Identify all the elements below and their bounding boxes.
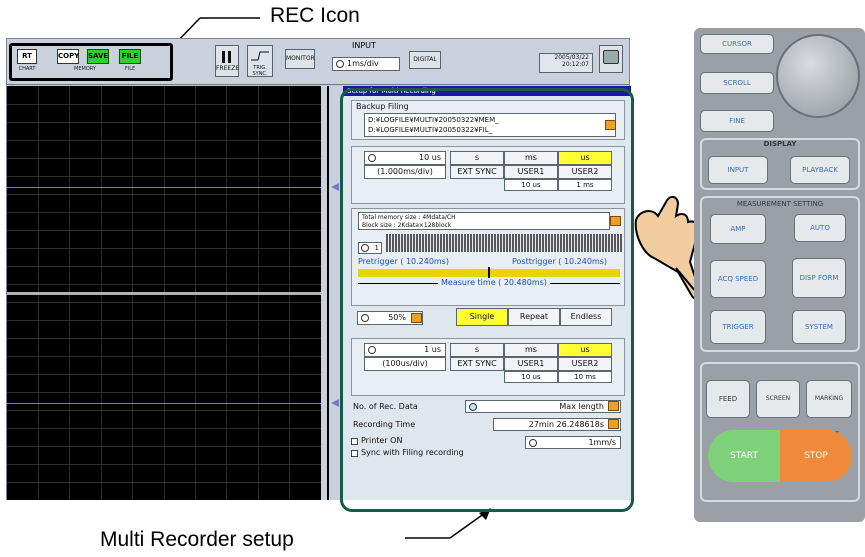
rt-chart-icon[interactable]: RT	[17, 49, 37, 64]
auto-key[interactable]: AUTO	[794, 214, 846, 242]
trigger-key[interactable]: TRIGGER	[710, 310, 766, 344]
screen-divider	[7, 292, 321, 295]
freeze-button[interactable]: FREEZE	[215, 45, 239, 77]
scroll-key[interactable]: SCROLL	[700, 72, 774, 94]
fine-key[interactable]: FINE	[700, 110, 774, 132]
trace-line-1	[7, 187, 321, 188]
multi-recorder-callout: Multi Recorder setup	[100, 528, 294, 551]
hardware-control-panel: CURSOR SCROLL FINE DISPLAY INPUT PLAYBAC…	[694, 28, 865, 522]
disp-form-key[interactable]: DISP FORM	[792, 258, 846, 298]
trig-sync-button[interactable]: TRIG. SYNC.	[247, 45, 273, 77]
pause-icon	[221, 51, 233, 63]
input-label: INPUT	[352, 41, 376, 50]
display-label: DISPLAY	[763, 140, 797, 148]
memory-sub-label: MEMORY	[74, 66, 96, 72]
chart-sub-label: CHART	[18, 66, 36, 72]
datetime-display: 2005/03/22 20:12:07	[539, 53, 593, 73]
copy-icon[interactable]: COPY	[57, 49, 79, 64]
acq-speed-key[interactable]: ACQ SPEED	[710, 260, 766, 298]
cursor-key[interactable]: CURSOR	[700, 34, 774, 54]
measurement-label: MEASUREMENT SETTING	[736, 200, 824, 208]
trace-marker-1[interactable]	[331, 183, 339, 191]
top-toolbar: RT CHART COPY SAVE MEMORY FILE FILE FREE…	[7, 39, 629, 85]
playback-key[interactable]: PLAYBACK	[790, 156, 850, 184]
rec-icon-callout: REC Icon	[270, 4, 360, 27]
trace-marker-2[interactable]	[331, 399, 339, 407]
feed-key[interactable]: FEED	[706, 380, 750, 418]
file-icon[interactable]: FILE	[119, 49, 141, 64]
start-key[interactable]: START	[708, 430, 780, 482]
jog-dial[interactable]	[776, 34, 860, 118]
clock-icon	[336, 60, 344, 68]
marking-event-key[interactable]: MARKING EVENT	[806, 380, 852, 438]
trace-line-2	[7, 403, 321, 404]
save-icon[interactable]: SAVE	[87, 49, 109, 64]
system-key[interactable]: SYSTEM	[792, 310, 846, 344]
digital-button[interactable]: DIGITAL	[409, 51, 441, 69]
monitor-button[interactable]: MONITOR	[285, 49, 315, 69]
file-sub-label: FILE	[124, 66, 136, 72]
input-timebase-field[interactable]: 1ms/div	[332, 57, 400, 71]
screen-copy-key[interactable]: SCREEN COPY	[756, 380, 800, 438]
stop-key[interactable]: STOP	[780, 430, 852, 482]
input-key[interactable]: INPUT	[708, 156, 768, 184]
keylock-button[interactable]	[599, 45, 623, 73]
amp-key[interactable]: AMP	[710, 214, 766, 244]
multi-recorder-outline	[340, 88, 634, 512]
keylock-icon	[603, 50, 619, 64]
waveform-display	[7, 86, 321, 500]
trigger-icon	[251, 51, 269, 61]
